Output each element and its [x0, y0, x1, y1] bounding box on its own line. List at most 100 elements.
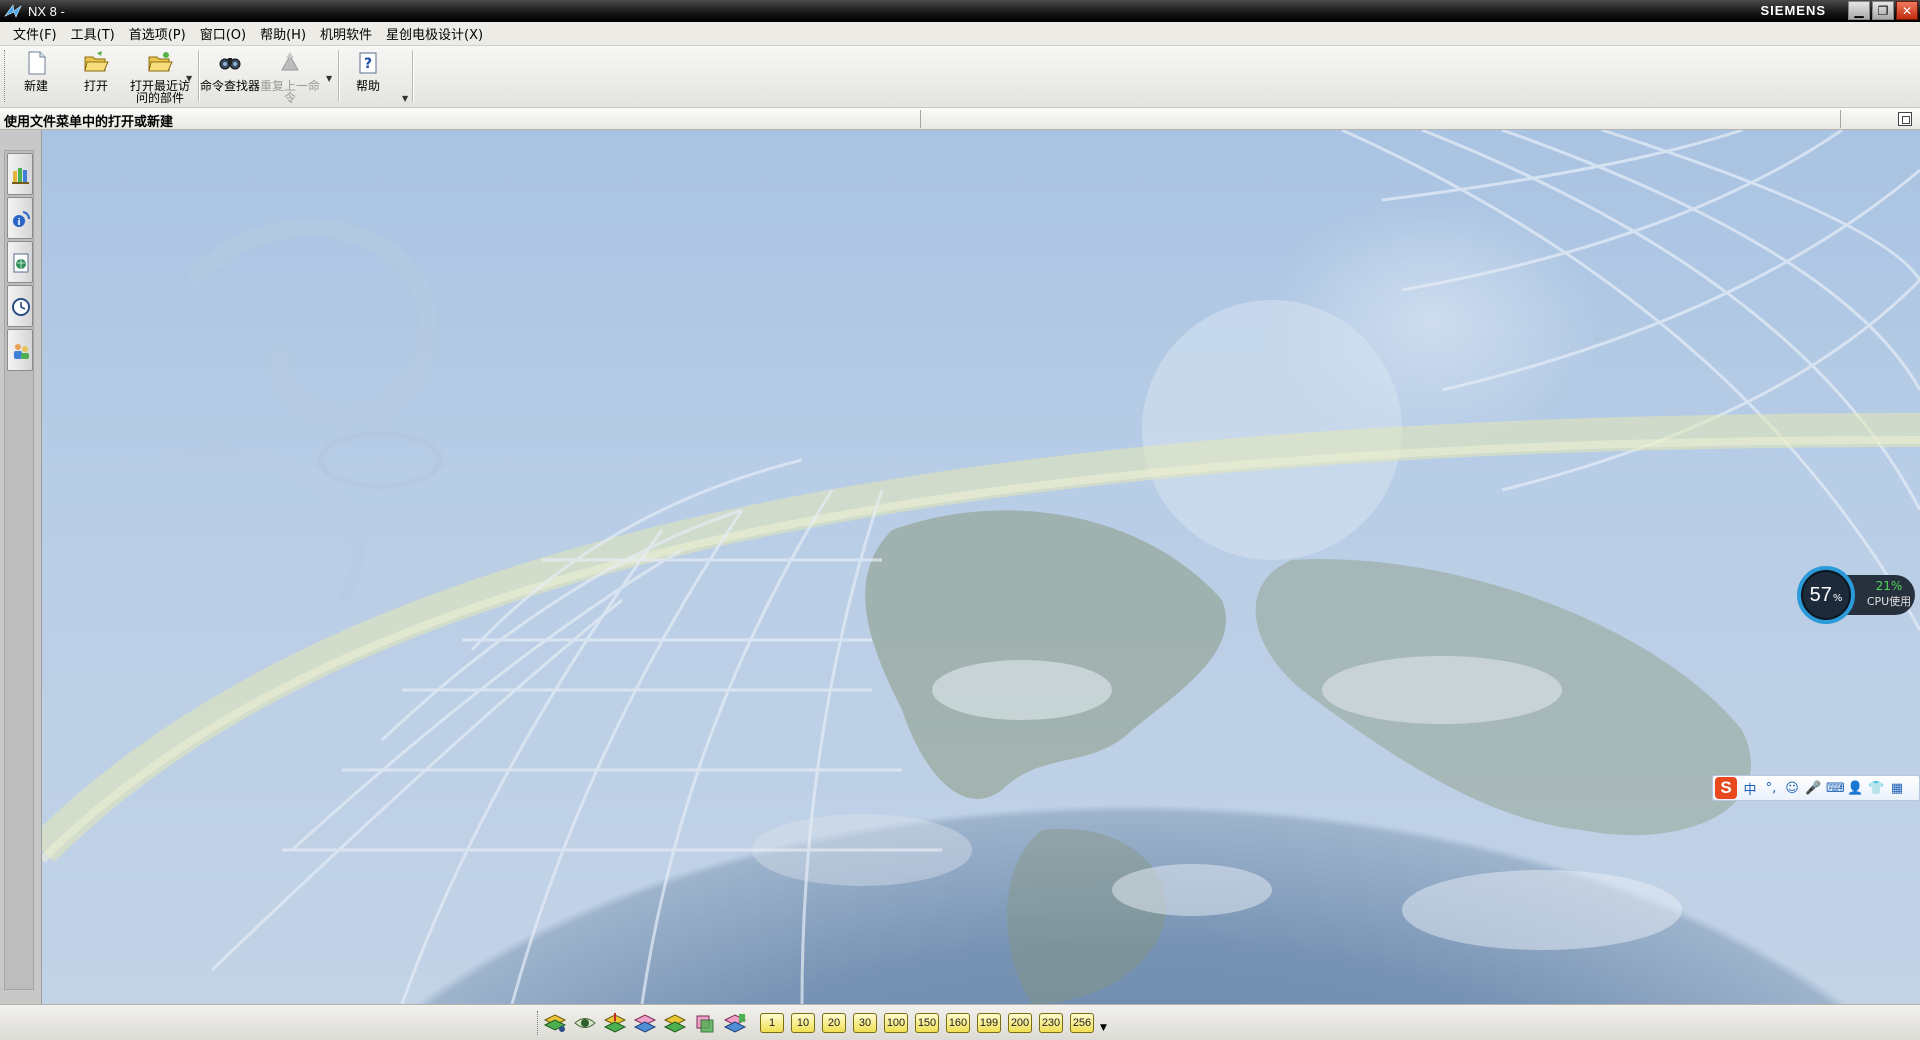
ime-user-icon[interactable]: 👤	[1847, 781, 1863, 796]
toolbar-grip[interactable]	[537, 1011, 540, 1035]
repeat-command-button[interactable]: 重复上一命令	[260, 48, 320, 104]
help-label: 帮助	[355, 79, 380, 93]
recent-folder-icon	[146, 50, 174, 76]
graphics-window[interactable]	[42, 130, 1920, 1004]
ime-chinese-mode[interactable]: 中	[1742, 779, 1758, 798]
layer-button-20[interactable]: 20	[822, 1013, 846, 1033]
ime-toolbox-icon[interactable]: ▦	[1889, 781, 1905, 796]
standard-toolbar: 新建 打开 打开最近访问的部件 ▼ 命令查找器 重复上一命令 ▼ ? 帮助 ▼	[0, 46, 1920, 108]
ime-punctuation-icon[interactable]: °,	[1763, 781, 1779, 796]
ime-emoji-icon[interactable]: ☺	[1784, 781, 1800, 796]
utility-toolbar: 1 10 20 30 100 150 160 199 200 230 256 ▼	[0, 1004, 1920, 1040]
close-icon: ✕	[1901, 3, 1913, 18]
open-recent-label: 打开最近访问的部件	[129, 79, 190, 105]
menu-bar: 文件(F) 工具(T) 首选项(P) 窗口(O) 帮助(H) 机明软件 星创电极…	[0, 22, 1920, 46]
layer-settings-icon[interactable]	[543, 1012, 567, 1034]
layer-button-150[interactable]: 150	[915, 1013, 939, 1033]
menu-jiming-software[interactable]: 机明软件	[313, 24, 379, 43]
menu-preferences[interactable]: 首选项(P)	[122, 24, 193, 43]
toolbar-grip[interactable]	[4, 50, 7, 102]
open-label: 打开	[83, 79, 108, 93]
new-button[interactable]: 新建	[8, 48, 64, 102]
minimize-icon: ▁	[1854, 3, 1864, 18]
help-button[interactable]: ? 帮助	[340, 48, 396, 102]
layer-button-199[interactable]: 199	[977, 1013, 1001, 1033]
toolbar-separator	[412, 50, 413, 102]
history-tab[interactable]	[7, 285, 33, 327]
status-divider	[1840, 110, 1841, 128]
sogou-logo-icon[interactable]: S	[1715, 777, 1737, 799]
binoculars-icon	[216, 50, 244, 76]
memory-percent-sign: %	[1832, 592, 1843, 604]
ime-skin-icon[interactable]: 👕	[1868, 781, 1884, 796]
full-screen-icon[interactable]	[1898, 112, 1912, 126]
cue-line: 使用文件菜单中的打开或新建	[0, 108, 1920, 130]
recent-dropdown-icon[interactable]: ▼	[186, 74, 192, 83]
open-folder-icon	[82, 50, 110, 76]
open-recent-button[interactable]: 打开最近访问的部件	[130, 48, 190, 104]
resource-bar-track: i	[4, 150, 34, 990]
cpu-usage-value: 21%	[1875, 579, 1903, 593]
restore-button[interactable]: ❐	[1872, 1, 1894, 20]
nx-logo-icon	[4, 3, 22, 19]
layer-button-160[interactable]: 160	[946, 1013, 970, 1033]
info-feed-icon: i	[11, 209, 31, 229]
layer-button-30[interactable]: 30	[853, 1013, 877, 1033]
roles-icon	[11, 341, 31, 361]
menu-electrode-design[interactable]: 星创电极设计(X)	[379, 24, 490, 43]
siemens-brand: SIEMENS	[1760, 3, 1826, 18]
globe-background-icon	[42, 130, 1920, 1004]
open-button[interactable]: 打开	[68, 48, 124, 102]
roles-tab[interactable]	[7, 329, 33, 371]
command-finder-label: 命令查找器	[199, 79, 260, 93]
new-file-icon	[22, 50, 50, 76]
web-browser-tab[interactable]	[7, 241, 33, 283]
repeat-dropdown-icon[interactable]: ▼	[326, 74, 332, 83]
cpu-usage-label: CPU使用	[1866, 595, 1912, 608]
minimize-button[interactable]: ▁	[1848, 1, 1870, 20]
layer-visible-icon[interactable]	[693, 1012, 717, 1034]
assembly-navigator-tab[interactable]	[7, 153, 33, 195]
move-to-layer-icon[interactable]	[603, 1012, 627, 1034]
layer-button-100[interactable]: 100	[884, 1013, 908, 1033]
assembly-navigator-icon	[11, 165, 31, 185]
command-finder-button[interactable]: 命令查找器	[200, 48, 260, 102]
menu-file[interactable]: 文件(F)	[6, 24, 64, 43]
ime-keyboard-icon[interactable]: ⌨	[1826, 781, 1845, 796]
close-button[interactable]: ✕	[1896, 1, 1918, 20]
repeat-command-icon	[276, 50, 304, 76]
layer-button-230[interactable]: 230	[1039, 1013, 1063, 1033]
repeat-command-label: 重复上一命令	[259, 79, 320, 105]
layer-button-256[interactable]: 256	[1070, 1013, 1094, 1033]
ime-voice-icon[interactable]: 🎤	[1805, 781, 1821, 796]
history-icon	[11, 297, 31, 317]
cpu-monitor-widget[interactable]: 57% 21% CPU使用	[1797, 566, 1917, 624]
layer-button-10[interactable]: 10	[791, 1013, 815, 1033]
web-browser-icon	[11, 253, 31, 273]
layer-button-200[interactable]: 200	[1008, 1013, 1032, 1033]
svg-text:?: ?	[364, 56, 372, 72]
layer-button-1[interactable]: 1	[760, 1013, 784, 1033]
ime-toolbar: S 中 °, ☺ 🎤 ⌨ 👤 👕 ▦	[1712, 775, 1920, 801]
cue-text: 使用文件菜单中的打开或新建	[4, 115, 174, 130]
work-layer-icon[interactable]	[723, 1012, 747, 1034]
help-icon: ?	[354, 50, 382, 76]
restore-icon: ❐	[1877, 3, 1889, 18]
svg-text:i: i	[17, 218, 20, 228]
window-title: NX 8 -	[28, 3, 65, 19]
menu-tools[interactable]: 工具(T)	[64, 24, 122, 43]
status-divider	[920, 110, 921, 128]
toolbar-options-icon[interactable]: ▼	[1100, 1023, 1107, 1033]
toolbar-options-icon[interactable]: ▼	[402, 94, 408, 103]
menu-help[interactable]: 帮助(H)	[253, 24, 313, 43]
layer-category-icon[interactable]	[663, 1012, 687, 1034]
toolbar-separator	[198, 50, 199, 102]
info-feed-tab[interactable]: i	[7, 197, 33, 239]
menu-window[interactable]: 窗口(O)	[193, 24, 253, 43]
copy-to-layer-icon[interactable]	[633, 1012, 657, 1034]
toolbar-separator	[338, 50, 339, 102]
visible-in-view-icon[interactable]	[573, 1012, 597, 1034]
title-bar: NX 8 - SIEMENS ▁ ❐ ✕	[0, 0, 1920, 22]
memory-usage-ring: 57%	[1797, 566, 1855, 624]
memory-percent-value: 57	[1809, 583, 1832, 606]
